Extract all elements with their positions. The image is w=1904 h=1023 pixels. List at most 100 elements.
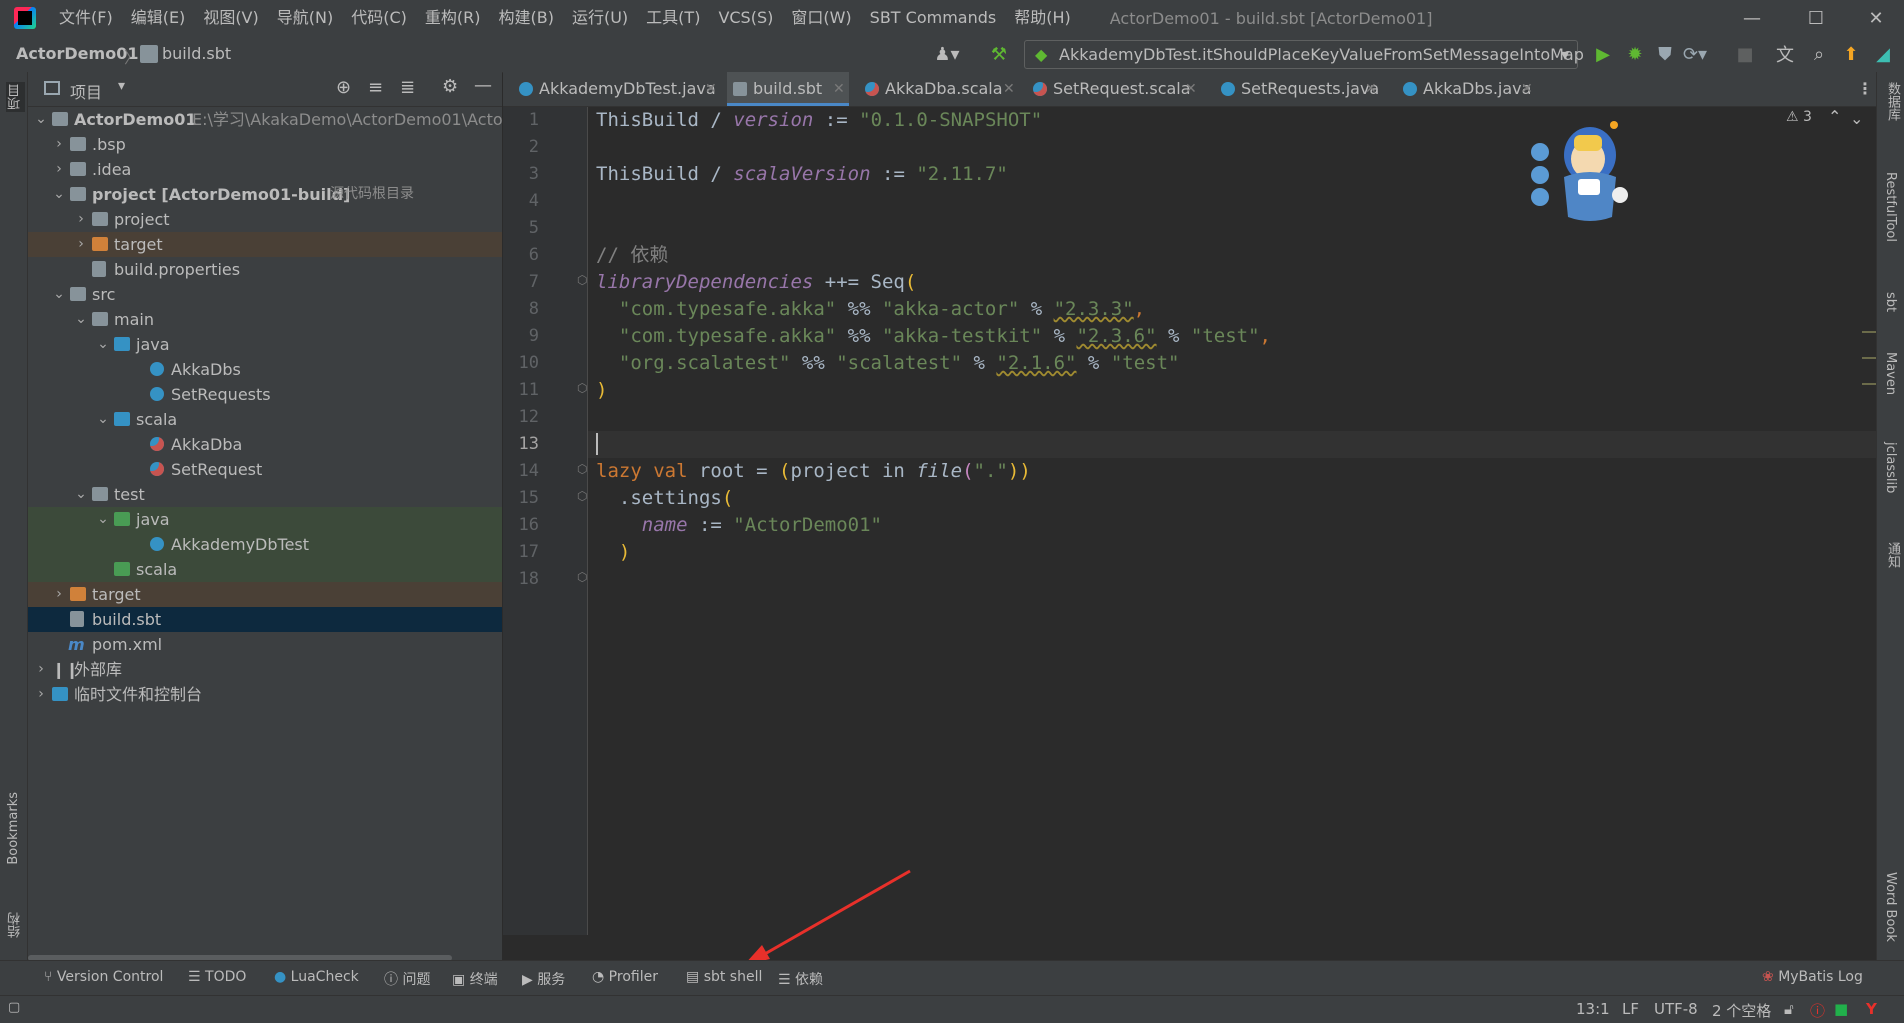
structure-tool-button[interactable]: 结构 <box>6 912 25 938</box>
tab-setrequests-java[interactable]: SetRequests.java ✕ <box>1215 72 1381 106</box>
tree-item-akkadba[interactable]: AkkaDba <box>28 432 502 457</box>
tree-item-akkadbs[interactable]: AkkaDbs <box>28 357 502 382</box>
run-icon[interactable]: ▶ <box>1592 43 1614 65</box>
menu-help[interactable]: 帮助(H) <box>1005 0 1080 36</box>
menu-build[interactable]: 构建(B) <box>490 0 563 36</box>
close-tab-icon[interactable]: ✕ <box>1185 72 1197 106</box>
warning-stripe-marker[interactable] <box>1862 331 1876 333</box>
caret-position[interactable]: 13:1 <box>1576 1000 1610 1018</box>
breadcrumb-project[interactable]: ActorDemo01 <box>16 44 138 63</box>
fold-icon[interactable]: ⬡ <box>577 462 587 476</box>
version-control-tool-button[interactable]: ⑂ Version Control <box>44 969 163 985</box>
tab-setrequest-scala[interactable]: SetRequest.scala ✕ <box>1027 72 1199 106</box>
bookmarks-tool-button[interactable]: Bookmarks <box>6 792 21 865</box>
search-icon[interactable]: ⌕ <box>1808 43 1830 65</box>
plugin-icon[interactable]: ◢ <box>1872 43 1894 65</box>
tree-item-bsp[interactable]: › .bsp <box>28 132 502 157</box>
indent-setting[interactable]: 2 个空格 <box>1712 1000 1771 1021</box>
jclasslib-tool-button[interactable]: jclasslib <box>1883 442 1898 493</box>
menu-refactor[interactable]: 重构(R) <box>416 0 490 36</box>
menu-view[interactable]: 视图(V) <box>194 0 267 36</box>
tree-item-src[interactable]: ⌄ src <box>28 282 502 307</box>
close-tab-icon[interactable]: ✕ <box>833 72 845 106</box>
build-hammer-icon[interactable]: ⚒ <box>988 43 1010 65</box>
tree-item-target[interactable]: › target <box>28 582 502 607</box>
fold-icon[interactable]: ⬡ <box>577 570 587 584</box>
tree-item-scratches[interactable]: › 临时文件和控制台 <box>28 682 502 707</box>
mybatis-log-tool-button[interactable]: ❀ MyBatis Log <box>1762 969 1863 985</box>
wordbook-tool-button[interactable]: Word Book <box>1883 872 1898 942</box>
tree-item-main-scala[interactable]: ⌄ scala <box>28 407 502 432</box>
gear-icon[interactable]: ⚙ <box>442 76 458 97</box>
minimize-button[interactable]: — <box>1724 0 1780 36</box>
intellij-logo-icon[interactable] <box>14 7 36 29</box>
update-icon[interactable]: ⬆ <box>1840 43 1862 65</box>
services-tool-button[interactable]: ▶ 服务 <box>522 969 565 989</box>
panel-toggle-icon[interactable]: ▢ <box>8 1000 20 1015</box>
dependencies-tool-button[interactable]: ☰ 依赖 <box>778 969 823 989</box>
tree-item-akkademydbtest[interactable]: AkkademyDbTest <box>28 532 502 557</box>
close-tab-icon[interactable]: ✕ <box>1521 72 1533 106</box>
problems-tool-button[interactable]: ⓘ 问题 <box>384 969 430 989</box>
profile-icon[interactable]: ⟳▾ <box>1683 43 1707 65</box>
todo-tool-button[interactable]: ☰ TODO <box>188 969 246 985</box>
profiler-tool-button[interactable]: ◔ Profiler <box>592 969 658 985</box>
fold-icon[interactable]: ⬡ <box>577 489 587 503</box>
tree-item-project-build[interactable]: ⌄ project [ActorDemo01-build] 源代码根目录 <box>28 182 502 207</box>
menu-tools[interactable]: 工具(T) <box>637 0 709 36</box>
tab-menu-icon[interactable]: ⋮ <box>1857 72 1873 106</box>
maximize-button[interactable]: ☐ <box>1788 0 1844 36</box>
menu-navigate[interactable]: 导航(N) <box>268 0 342 36</box>
tab-akkadba-scala[interactable]: AkkaDba.scala ✕ <box>859 72 1019 106</box>
stop-icon[interactable]: ■ <box>1734 43 1756 65</box>
maven-tool-button[interactable]: Maven <box>1883 352 1898 395</box>
menu-run[interactable]: 运行(U) <box>563 0 637 36</box>
menu-window[interactable]: 窗口(W) <box>782 0 860 36</box>
lock-icon[interactable]: 🔓︎ <box>1784 1000 1794 1018</box>
tree-item-actordemo01[interactable]: ⌄ ActorDemo01 E:\学习\AkakaDemo\ActorDemo0… <box>28 107 521 132</box>
sbt-tool-button[interactable]: sbt <box>1883 292 1898 312</box>
fold-icon[interactable]: ⬡ <box>577 381 587 395</box>
run-configuration-select[interactable]: ◆ AkkademyDbTest.itShouldPlaceKeyValueFr… <box>1024 40 1584 69</box>
tree-item-project[interactable]: › project <box>28 207 502 232</box>
tab-akkademydbtest-java[interactable]: AkkademyDbTest.java ✕ <box>513 72 721 106</box>
tree-item-idea[interactable]: › .idea <box>28 157 502 182</box>
restfultool-tool-button[interactable]: RestfulTool <box>1883 172 1898 242</box>
user-icon[interactable]: ♟▾ <box>934 43 959 65</box>
close-tab-icon[interactable]: ✕ <box>705 72 717 106</box>
close-window-button[interactable]: ✕ <box>1848 0 1904 36</box>
tree-item-setrequest[interactable]: SetRequest <box>28 457 502 482</box>
coverage-icon[interactable]: ⛊ <box>1654 43 1676 65</box>
translate-icon[interactable]: 文 <box>1774 43 1796 66</box>
terminal-tool-button[interactable]: ▣ 终端 <box>452 969 498 989</box>
notifications-tool-button[interactable]: 通知 <box>1883 542 1902 568</box>
collapse-all-icon[interactable]: ≣ <box>400 77 415 98</box>
tab-build-sbt[interactable]: build.sbt ✕ <box>727 72 849 106</box>
menu-sbt-commands[interactable]: SBT Commands <box>861 0 1006 36</box>
tree-item-test-scala[interactable]: scala <box>28 557 502 582</box>
debug-icon[interactable]: ✹ <box>1624 43 1646 65</box>
tree-item-test[interactable]: ⌄ test <box>28 482 502 507</box>
tree-item-target-build[interactable]: › target <box>28 232 502 257</box>
project-tool-button[interactable]: 项目 <box>6 82 25 112</box>
warning-indicator[interactable]: ⚠ 3 <box>1786 109 1812 125</box>
tree-item-external-libraries[interactable]: › ❙❙ 外部库 <box>28 657 502 682</box>
tree-item-main[interactable]: ⌄ main <box>28 307 502 332</box>
tree-item-build-sbt[interactable]: build.sbt <box>28 607 502 632</box>
fold-icon[interactable]: ⬡ <box>577 273 587 287</box>
database-tool-button[interactable]: 数据库 <box>1883 82 1902 121</box>
tree-item-pom-xml[interactable]: m pom.xml <box>28 632 502 657</box>
menu-code[interactable]: 代码(C) <box>342 0 416 36</box>
tree-item-build-properties[interactable]: build.properties <box>28 257 502 282</box>
close-tab-icon[interactable]: ✕ <box>1003 72 1015 106</box>
expand-all-icon[interactable]: ≡ <box>368 77 383 98</box>
chevron-down-icon[interactable]: ▾ <box>118 78 125 94</box>
tree-item-test-java[interactable]: ⌄ java <box>28 507 502 532</box>
plugin-status-icon[interactable]: ■ <box>1834 1000 1848 1018</box>
tree-item-setrequests[interactable]: SetRequests <box>28 382 502 407</box>
menu-vcs[interactable]: VCS(S) <box>709 0 782 36</box>
error-icon[interactable]: ⓘ <box>1810 1000 1825 1021</box>
menu-file[interactable]: 文件(F) <box>50 0 122 36</box>
yuque-icon[interactable]: Y <box>1866 1000 1877 1018</box>
locate-icon[interactable]: ⊕ <box>336 77 351 98</box>
